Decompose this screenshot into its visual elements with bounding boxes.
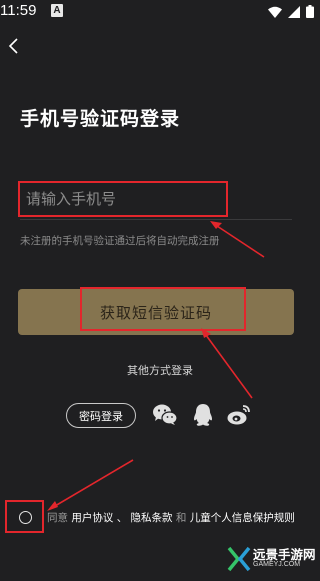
watermark: 远景手游网 GAMEYJ.COM — [227, 544, 319, 578]
agreement-text: 同意 用户协议 、 隐私条款 和 儿童个人信息保护规则 — [47, 510, 295, 525]
notification-badge: A — [51, 4, 63, 17]
page-title: 手机号验证码登录 — [20, 108, 181, 130]
battery-icon — [306, 5, 314, 18]
other-login-label: 其他方式登录 — [127, 364, 193, 377]
annotation-box — [80, 287, 246, 331]
agreement-prefix: 同意 — [47, 512, 68, 524]
arrow-phone — [213, 223, 265, 258]
weibo-icon — [227, 405, 250, 425]
password-login-button[interactable]: 密码登录 — [66, 403, 136, 428]
qq-icon — [194, 404, 212, 426]
input-underline — [20, 219, 292, 220]
signal-icon — [288, 5, 300, 18]
annotation-box — [5, 500, 44, 533]
agreement-conjunction: 和 — [175, 512, 187, 524]
user-agreement-link[interactable]: 用户协议 — [71, 512, 113, 524]
privacy-link[interactable]: 隐私条款 — [131, 512, 173, 524]
phone-input-frame — [18, 181, 228, 217]
child-privacy-link[interactable]: 儿童个人信息保护规则 — [190, 512, 295, 524]
register-hint: 未注册的手机号验证通过后将自动完成注册 — [20, 235, 220, 247]
watermark-logo — [227, 546, 251, 572]
status-icons — [268, 5, 314, 18]
agreement-separator: 、 — [116, 512, 128, 524]
status-time: 11:59 — [0, 2, 37, 19]
wechat-icon — [153, 404, 178, 425]
status-bar: 11:59 A — [0, 0, 320, 26]
weibo-login-button[interactable] — [226, 403, 252, 427]
back-button[interactable] — [6, 35, 24, 57]
chevron-left-icon — [8, 38, 18, 54]
wechat-login-button[interactable] — [152, 403, 178, 427]
wifi-icon — [268, 6, 282, 18]
arrow-checkbox — [49, 459, 134, 510]
watermark-subtitle: GAMEYJ.COM — [253, 561, 301, 568]
phone-input[interactable] — [24, 189, 226, 209]
agreement-checkbox[interactable] — [19, 511, 32, 524]
qq-login-button[interactable] — [190, 403, 216, 427]
